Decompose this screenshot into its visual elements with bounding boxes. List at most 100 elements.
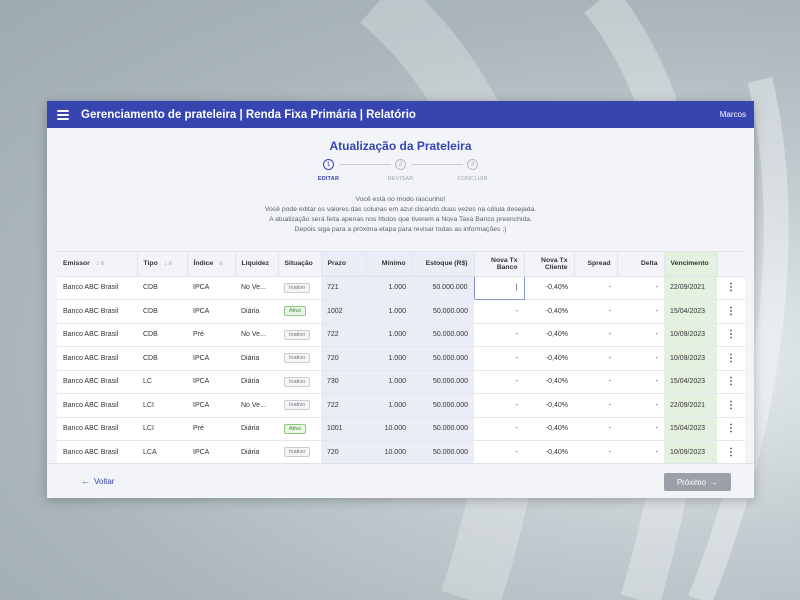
kebab-menu-icon[interactable]: ⋮ xyxy=(726,376,736,387)
cell-estoque[interactable]: 50.000.000 xyxy=(412,440,474,463)
col-label: Situação xyxy=(284,260,313,268)
cell-prazo[interactable]: 730 xyxy=(321,370,366,394)
col-nova-tx-banco[interactable]: Nova Tx Banco xyxy=(474,252,525,277)
cell-nova-tx-banco[interactable]: - xyxy=(474,323,524,347)
cell-nova-tx-banco[interactable]: - xyxy=(474,440,524,463)
col-estoque[interactable]: Estoque (R$) xyxy=(412,252,475,277)
app-window: Gerenciamento de prateleira | Renda Fixa… xyxy=(47,101,754,498)
cell-estoque[interactable]: 50.000.000 xyxy=(412,346,474,371)
cell-nova-tx-banco[interactable]: - xyxy=(474,370,524,394)
page-title: Atualização da Prateleira xyxy=(329,139,472,153)
kebab-menu-icon[interactable]: ⋮ xyxy=(726,282,736,293)
step-editar[interactable]: 1 EDITAR xyxy=(299,159,359,182)
cell-spread: - xyxy=(574,417,617,441)
col-liquidez[interactable]: Liquidez xyxy=(235,252,279,277)
cell-estoque[interactable]: 50.000.000 xyxy=(412,417,474,441)
kebab-menu-icon[interactable]: ⋮ xyxy=(726,353,736,364)
cell-situacao: Inativo xyxy=(278,440,321,463)
kebab-menu-icon[interactable]: ⋮ xyxy=(726,329,736,340)
cell-prazo[interactable]: 721 xyxy=(321,276,366,300)
user-name[interactable]: Marcos xyxy=(720,110,746,119)
arrow-right-icon: → xyxy=(710,477,719,487)
cell-prazo[interactable]: 722 xyxy=(321,393,366,418)
table-row[interactable]: Banco ABC Brasil CDB Pré No Ve... Inativo 722… xyxy=(57,323,745,347)
sort-down-icon[interactable]: ↓ ≡ xyxy=(164,261,172,267)
cell-prazo[interactable]: 720 xyxy=(321,346,366,371)
cell-nova-tx-cliente: -0,40% xyxy=(524,440,574,463)
menu-icon[interactable] xyxy=(57,109,69,120)
next-button[interactable]: Próximo → xyxy=(664,473,731,491)
cell-minimo[interactable]: 10.000 xyxy=(366,417,412,441)
next-label: Próximo xyxy=(676,477,707,487)
row-actions: ⋮ xyxy=(717,417,745,441)
step-revisar[interactable]: 2 REVISAR xyxy=(371,159,431,182)
cell-liquidez: Diária xyxy=(235,299,278,324)
col-vencimento[interactable]: Vencimento xyxy=(664,252,718,277)
cell-minimo[interactable]: 1.000 xyxy=(366,370,412,394)
col-prazo[interactable]: Prazo xyxy=(321,252,367,277)
cell-nova-tx-banco[interactable]: - xyxy=(474,417,524,441)
sort-down-icon[interactable]: ↓ ≡ xyxy=(96,261,104,267)
info-line: Você pode editar os valores das colunas … xyxy=(264,206,537,213)
cell-minimo[interactable]: 10.000 xyxy=(366,440,412,463)
cell-minimo[interactable]: 1.000 xyxy=(366,323,412,347)
kebab-menu-icon[interactable]: ⋮ xyxy=(726,423,736,434)
table-row[interactable]: Banco ABC Brasil LCI IPCA No Ve... Inativo 72… xyxy=(57,393,745,418)
col-emissor[interactable]: Emissor ↓ ≡ xyxy=(57,252,138,277)
col-situacao[interactable]: Situação xyxy=(278,252,322,277)
cell-prazo[interactable]: 720 xyxy=(321,440,366,463)
col-indice[interactable]: Índice ≡ xyxy=(187,252,236,277)
cell-indice: IPCA xyxy=(187,440,235,463)
row-actions: ⋮ xyxy=(717,299,745,324)
cell-indice: Pré xyxy=(187,417,235,441)
filter-icon[interactable]: ≡ xyxy=(219,261,223,267)
cell-nova-tx-banco[interactable]: - xyxy=(474,346,524,371)
cell-nova-tx-banco[interactable]: - xyxy=(474,393,524,418)
col-delta[interactable]: Delta xyxy=(617,252,665,277)
cell-liquidez: No Ve... xyxy=(235,276,278,300)
kebab-menu-icon[interactable]: ⋮ xyxy=(726,400,736,411)
kebab-menu-icon[interactable]: ⋮ xyxy=(726,447,736,458)
col-label: Spread xyxy=(587,260,611,268)
cell-estoque[interactable]: 50.000.000 xyxy=(412,299,474,324)
col-minimo[interactable]: Mínimo xyxy=(366,252,413,277)
cell-spread: - xyxy=(574,299,617,324)
table-row[interactable]: Banco ABC Brasil LC IPCA Diária Inativo 730 1.… xyxy=(57,370,745,394)
kebab-menu-icon[interactable]: ⋮ xyxy=(726,306,736,317)
cell-minimo[interactable]: 1.000 xyxy=(366,393,412,418)
cell-minimo[interactable]: 1.000 xyxy=(366,299,412,324)
cell-estoque[interactable]: 50.000.000 xyxy=(412,276,474,300)
row-actions: ⋮ xyxy=(717,346,745,371)
table-row[interactable]: Banco ABC Brasil LCI Pré Diária Ativo 1001 10.… xyxy=(57,417,745,441)
col-nova-tx-cliente[interactable]: Nova Tx Cliente xyxy=(524,252,575,277)
info-line: Depois siga para a próxima etapa para re… xyxy=(294,226,507,233)
col-label: Nova Tx xyxy=(541,256,568,264)
col-spread[interactable]: Spread xyxy=(574,252,618,277)
shelf-table: Emissor ↓ ≡ Tipo ↓ ≡ Índice ≡ Liquidez Situ… xyxy=(57,251,745,463)
cell-estoque[interactable]: 50.000.000 xyxy=(412,393,474,418)
cell-prazo[interactable]: 1001 xyxy=(321,417,366,441)
cell-estoque[interactable]: 50.000.000 xyxy=(412,323,474,347)
cell-indice: Pré xyxy=(187,323,235,347)
cell-indice: IPCA xyxy=(187,370,235,394)
cell-prazo[interactable]: 722 xyxy=(321,323,366,347)
cell-nova-tx-banco[interactable]: - xyxy=(474,299,524,324)
table-row[interactable]: Banco ABC Brasil CDB IPCA No Ve... Inativo 72… xyxy=(57,275,745,300)
step-concluir[interactable]: 3 CONCLUIR xyxy=(443,159,503,182)
table-row[interactable]: Banco ABC Brasil CDB IPCA Diária Ativo 1002 1.… xyxy=(57,299,745,324)
stepper: 1 EDITAR 2 REVISAR 3 CONCLUIR xyxy=(301,159,501,189)
cell-nova-tx-banco[interactable]: | xyxy=(473,275,525,300)
cell-nova-tx-cliente: -0,40% xyxy=(524,370,574,394)
cell-tipo: CDB xyxy=(137,299,187,324)
back-button[interactable]: ← Voltar xyxy=(81,476,114,486)
cell-minimo[interactable]: 1.000 xyxy=(366,276,412,300)
cell-prazo[interactable]: 1002 xyxy=(321,299,366,324)
cell-minimo[interactable]: 1.000 xyxy=(366,346,412,371)
table-row[interactable]: Banco ABC Brasil LCA IPCA Diária Inativo 720 1… xyxy=(57,440,745,463)
col-tipo[interactable]: Tipo ↓ ≡ xyxy=(137,252,188,277)
col-label: Liquidez xyxy=(241,260,270,268)
table-row[interactable]: Banco ABC Brasil CDB IPCA Diária Inativo 720 1… xyxy=(57,346,745,371)
cell-estoque[interactable]: 50.000.000 xyxy=(412,370,474,394)
footer-bar: ← Voltar Próximo → xyxy=(47,463,754,498)
cell-nova-tx-cliente: -0,40% xyxy=(524,417,574,441)
